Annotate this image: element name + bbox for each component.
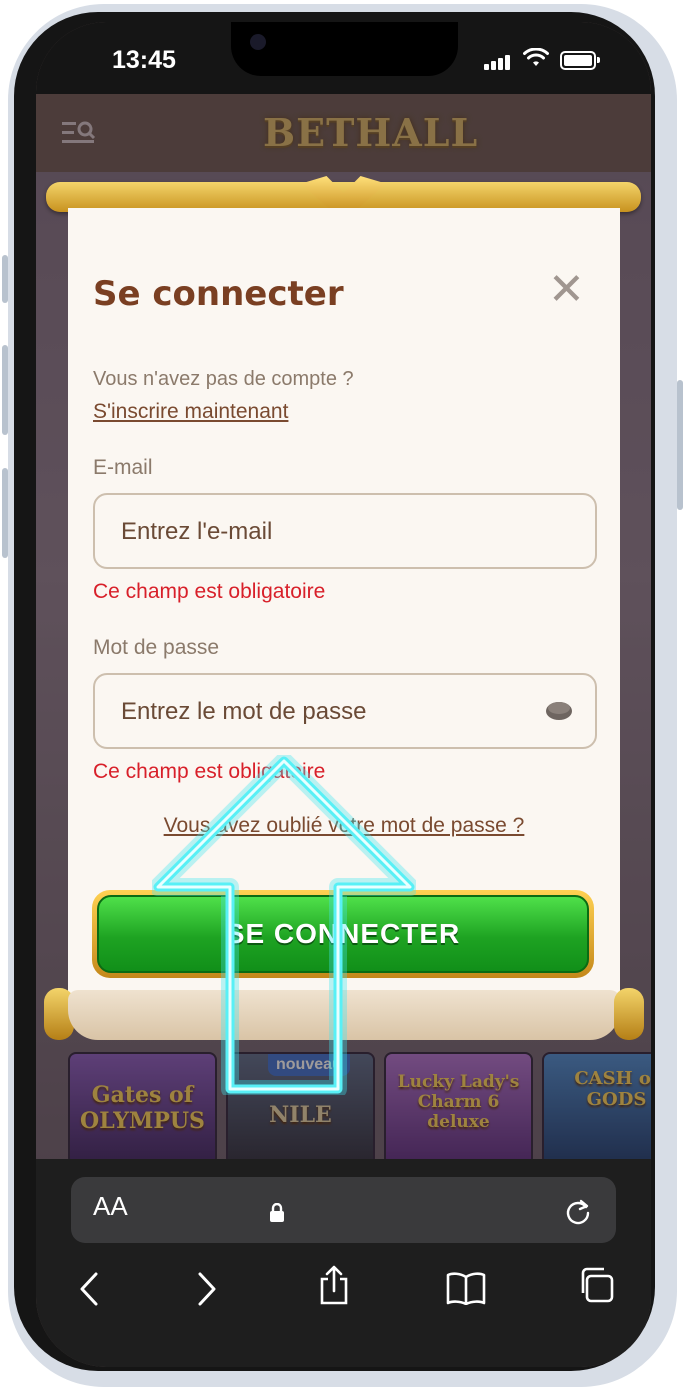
password-label: Mot de passe: [93, 636, 220, 659]
bookmarks-icon[interactable]: [446, 1271, 486, 1310]
password-placeholder: Entrez le mot de passe: [121, 698, 367, 725]
eye-icon[interactable]: [545, 699, 573, 726]
email-field[interactable]: Entrez l'e-mail: [93, 493, 597, 569]
tabs-icon[interactable]: [578, 1267, 614, 1308]
share-icon[interactable]: [318, 1265, 350, 1310]
camera-icon: [250, 34, 266, 50]
tutorial-arrow-icon: [149, 752, 419, 1100]
close-icon[interactable]: ✕: [548, 268, 585, 312]
reload-icon[interactable]: [563, 1197, 593, 1232]
phone-screen: 13:45 BETHALL Gates of OLYMPUS nouveau N…: [36, 22, 651, 1367]
mute-switch: [2, 468, 8, 558]
status-bar: 13:45: [36, 22, 651, 94]
email-error: Ce champ est obligatoire: [93, 580, 326, 603]
battery-icon: [560, 51, 600, 70]
signup-link[interactable]: S'inscrire maintenant: [93, 400, 288, 424]
no-account-text: Vous n'avez pas de compte ?: [93, 368, 354, 390]
forward-icon[interactable]: [196, 1271, 218, 1312]
volume-up-button: [2, 255, 8, 303]
email-placeholder: Entrez l'e-mail: [121, 518, 273, 545]
power-button: [677, 380, 683, 510]
volume-down-button: [2, 345, 8, 435]
reader-aa-button[interactable]: AA: [93, 1191, 128, 1222]
address-bar[interactable]: AA: [71, 1177, 616, 1243]
password-field[interactable]: Entrez le mot de passe: [93, 673, 597, 749]
modal-title: Se connecter: [93, 274, 344, 314]
wifi-icon: [523, 47, 549, 73]
notch: [231, 22, 458, 76]
lock-icon: [269, 1202, 285, 1228]
back-icon[interactable]: [78, 1271, 100, 1312]
signal-icon: [484, 52, 512, 70]
email-label: E-mail: [93, 456, 153, 479]
scroll-cap-right: [614, 988, 644, 1040]
aa-label: AA: [93, 1191, 128, 1221]
browser-toolbar: AA: [36, 1159, 651, 1367]
status-time: 13:45: [112, 46, 176, 74]
